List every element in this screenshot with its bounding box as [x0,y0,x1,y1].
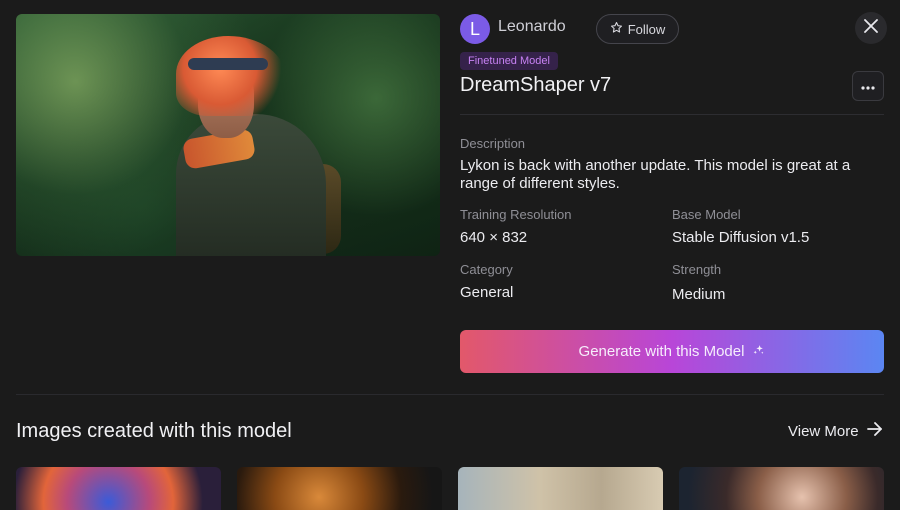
generate-button[interactable]: Generate with this Model [460,330,884,373]
category-value: General [460,284,514,301]
view-more-link[interactable]: View More [788,422,883,440]
follow-button[interactable]: Follow [596,14,679,44]
close-icon [864,18,878,38]
strength-value: Medium [672,286,726,303]
model-cover-image [16,14,440,256]
gallery-thumbnail[interactable] [16,467,221,510]
strength-label: Strength [672,262,722,277]
gallery-thumbnail[interactable] [458,467,663,510]
arrow-right-icon [866,422,883,440]
category-label: Category [460,262,513,277]
training-resolution-label: Training Resolution [460,207,572,222]
description-text: Lykon is back with another update. This … [460,157,851,192]
model-title: DreamShaper v7 [460,74,612,96]
training-resolution-value: 640 × 832 [460,229,528,246]
generate-button-label: Generate with this Model [578,343,745,360]
model-type-badge: Finetuned Model [460,52,558,70]
base-model-label: Base Model [672,207,741,222]
base-model-value: Stable Diffusion v1.5 [672,229,810,246]
author-avatar[interactable]: L [460,14,490,44]
section-divider [16,394,884,395]
view-more-label: View More [788,422,859,440]
description-label: Description [460,136,526,151]
author-name[interactable]: Leonardo [498,18,566,36]
divider [460,114,884,115]
more-horizontal-icon [861,77,875,95]
gallery-thumbnail[interactable] [237,467,442,510]
gallery-title: Images created with this model [16,420,292,442]
close-button[interactable] [855,12,887,44]
sparkle-icon [752,343,765,360]
gallery-thumbnail[interactable] [679,467,884,510]
follow-button-label: Follow [627,21,666,37]
more-options-button[interactable] [852,71,884,101]
star-icon [610,21,623,37]
